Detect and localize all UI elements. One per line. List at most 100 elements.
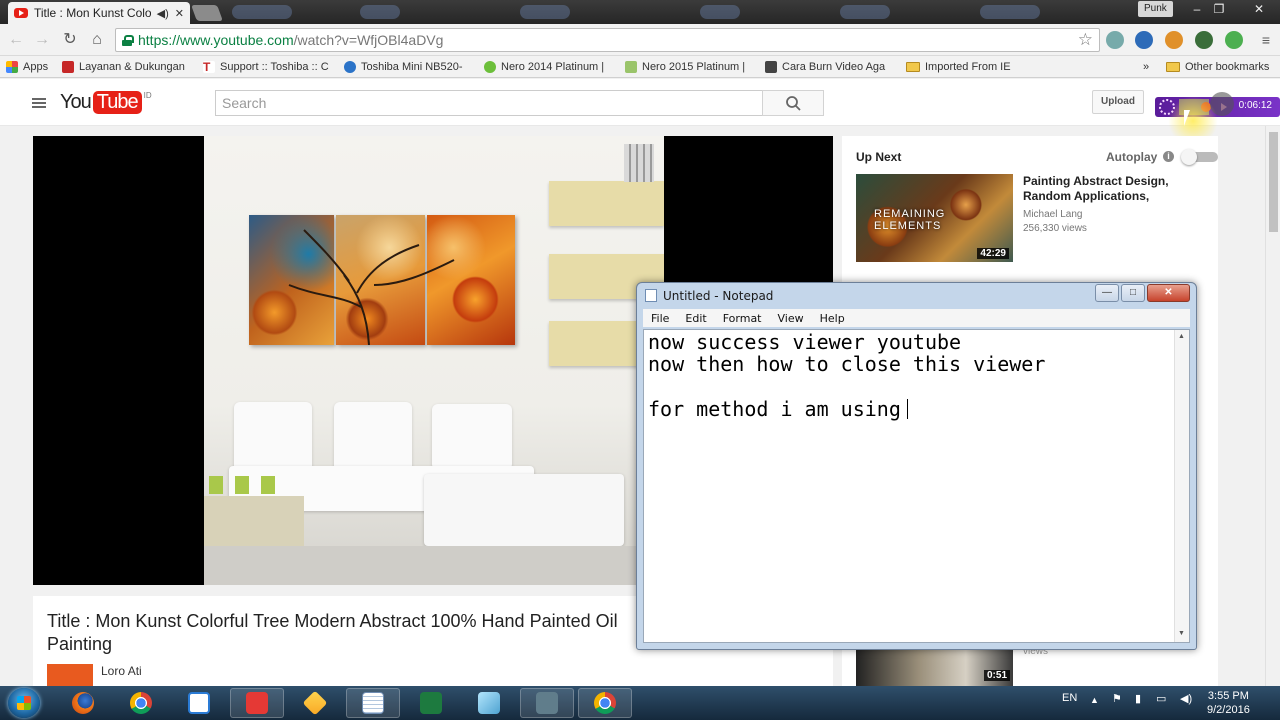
- bookmark-label: Toshiba Mini NB520-: [361, 61, 463, 73]
- scroll-up-arrow-icon[interactable]: ▲: [1178, 333, 1185, 340]
- bookmark-folder[interactable]: Imported From IE: [906, 59, 1011, 75]
- action-center-icon[interactable]: ⚑: [1112, 692, 1122, 705]
- bookmark-label: Cara Burn Video Aga: [782, 61, 886, 73]
- page-favicon-icon: [765, 61, 777, 73]
- window-close-button[interactable]: ✕: [1244, 0, 1274, 18]
- notepad-text-area[interactable]: now success viewer youtube now then how …: [643, 329, 1190, 643]
- recommendation-title[interactable]: Painting Abstract Design, Random Applica…: [1023, 174, 1203, 204]
- text-line: now success viewer youtube: [648, 330, 962, 354]
- notepad-scrollbar[interactable]: ▲ ▼: [1174, 330, 1189, 642]
- bookmark-label: Other bookmarks: [1185, 61, 1270, 73]
- upload-button[interactable]: Upload: [1092, 90, 1144, 114]
- autoplay-label: Autoplay: [1106, 150, 1158, 164]
- home-button[interactable]: ⌂: [85, 28, 109, 52]
- menu-format[interactable]: Format: [715, 312, 770, 325]
- notepad-title: Untitled - Notepad: [663, 289, 774, 303]
- search-input[interactable]: Search: [215, 90, 763, 116]
- tab-close-icon[interactable]: ✕: [175, 7, 184, 20]
- notepad-maximize-button[interactable]: □: [1121, 284, 1145, 302]
- taskbar-notepad[interactable]: [346, 688, 400, 718]
- reload-button[interactable]: ↻: [58, 28, 82, 52]
- bookmarks-overflow-button[interactable]: »: [1143, 59, 1149, 75]
- new-tab-button[interactable]: [191, 5, 223, 21]
- bookmark-apps[interactable]: Apps: [6, 59, 48, 75]
- bookmark-item[interactable]: T Support :: Toshiba :: C: [203, 59, 329, 75]
- package-icon: [302, 690, 328, 716]
- recommendation-views: 256,330 views: [1023, 223, 1087, 234]
- taskbar-app[interactable]: [172, 688, 226, 718]
- info-icon[interactable]: i: [1163, 151, 1174, 162]
- bookmark-item[interactable]: Nero 2014 Platinum |: [484, 59, 604, 75]
- extension-icon[interactable]: [1135, 31, 1153, 49]
- menu-edit[interactable]: Edit: [677, 312, 714, 325]
- thumbnail-caption: REMAINING ELEMENTS: [874, 208, 946, 232]
- taskbar-chrome-active[interactable]: [578, 688, 632, 718]
- page-scrollbar[interactable]: [1265, 126, 1280, 686]
- notepad-minimize-button[interactable]: —: [1095, 284, 1119, 302]
- battery-icon[interactable]: ▮: [1135, 692, 1141, 705]
- show-hidden-icons-button[interactable]: ▲: [1090, 695, 1099, 705]
- globe-favicon-icon: [344, 61, 356, 73]
- clock-date: 9/2/2016: [1207, 704, 1250, 716]
- extension-icon[interactable]: [1195, 31, 1213, 49]
- video-duration: 42:29: [977, 248, 1009, 259]
- notepad-window[interactable]: Untitled - Notepad — □ ✕ File Edit Forma…: [636, 282, 1197, 650]
- search-button[interactable]: [762, 90, 824, 116]
- network-icon[interactable]: ▭: [1156, 692, 1166, 705]
- url-text[interactable]: https://www.youtube.com/watch?v=WfjOBl4a…: [138, 32, 443, 48]
- language-indicator[interactable]: EN: [1062, 692, 1077, 704]
- recommendation-thumbnail[interactable]: REMAINING ELEMENTS 42:29: [856, 174, 1013, 262]
- address-bar[interactable]: https://www.youtube.com/watch?v=WfjOBl4a…: [115, 28, 1100, 52]
- taskbar-app[interactable]: [520, 688, 574, 718]
- taskbar-shopping-app[interactable]: [230, 688, 284, 718]
- back-button[interactable]: ←: [4, 28, 28, 52]
- start-button[interactable]: [8, 688, 40, 718]
- tabstrip-decoration: [840, 5, 890, 19]
- nero-favicon-icon: [625, 61, 637, 73]
- forward-button[interactable]: →: [30, 28, 54, 52]
- painting-tree-branches: [288, 229, 455, 345]
- autoplay-toggle-knob[interactable]: [1181, 149, 1197, 165]
- bookmark-item[interactable]: Toshiba Mini NB520-: [344, 59, 463, 75]
- extension-icon[interactable]: [1106, 31, 1124, 49]
- taskbar-firefox[interactable]: [56, 688, 110, 718]
- bookmark-item[interactable]: Nero 2015 Platinum |: [625, 59, 745, 75]
- taskbar-app[interactable]: [288, 688, 342, 718]
- bookmark-star-icon[interactable]: ☆: [1078, 30, 1093, 50]
- youtube-logo[interactable]: You Tube ID: [60, 91, 152, 114]
- tab-youtube-video[interactable]: Title : Mon Kunst Colo ◀) ✕: [8, 2, 190, 24]
- volume-icon[interactable]: ◀): [1180, 692, 1192, 705]
- taskbar-excel[interactable]: [404, 688, 458, 718]
- extension-icon[interactable]: [1225, 31, 1243, 49]
- taskbar-app[interactable]: [462, 688, 516, 718]
- channel-name[interactable]: Loro Ati: [101, 664, 142, 678]
- scroll-down-arrow-icon[interactable]: ▼: [1178, 630, 1185, 637]
- menu-help[interactable]: Help: [812, 312, 853, 325]
- system-clock[interactable]: 3:55 PM 9/2/2016: [1207, 689, 1250, 717]
- browser-toolbar: ← → ↻ ⌂ https://www.youtube.com/watch?v=…: [0, 24, 1280, 56]
- bookmark-folder-other[interactable]: Other bookmarks: [1166, 59, 1269, 75]
- profile-badge[interactable]: Punk: [1138, 1, 1173, 17]
- extension-icon[interactable]: [1165, 31, 1183, 49]
- menu-view[interactable]: View: [770, 312, 812, 325]
- page-scrollbar-thumb[interactable]: [1269, 132, 1278, 232]
- window-restore-button[interactable]: ❐: [1208, 0, 1230, 18]
- notepad-close-button[interactable]: ✕: [1147, 284, 1190, 302]
- bookmark-item[interactable]: Cara Burn Video Aga: [765, 59, 885, 75]
- youtube-favicon-icon: [14, 8, 28, 18]
- bookmark-item[interactable]: Layanan & Dukungan: [62, 59, 185, 75]
- taskbar-chrome[interactable]: [114, 688, 168, 718]
- audio-playing-icon[interactable]: ◀): [157, 7, 169, 20]
- window-minimize-button[interactable]: –: [1186, 0, 1208, 18]
- sofa-cushion: [234, 402, 312, 472]
- chrome-menu-icon[interactable]: ≡: [1254, 28, 1278, 52]
- guide-menu-icon[interactable]: [32, 98, 46, 108]
- viewer-time: 0:06:12: [1238, 100, 1272, 111]
- notepad-titlebar[interactable]: Untitled - Notepad — □ ✕: [637, 283, 1196, 307]
- tabstrip-decoration: [700, 5, 740, 19]
- menu-file[interactable]: File: [643, 312, 677, 325]
- bookmark-label: Apps: [23, 61, 49, 73]
- channel-avatar[interactable]: [47, 664, 93, 686]
- tab-title: Title : Mon Kunst Colo: [34, 6, 151, 20]
- apps-grid-icon: [6, 61, 18, 73]
